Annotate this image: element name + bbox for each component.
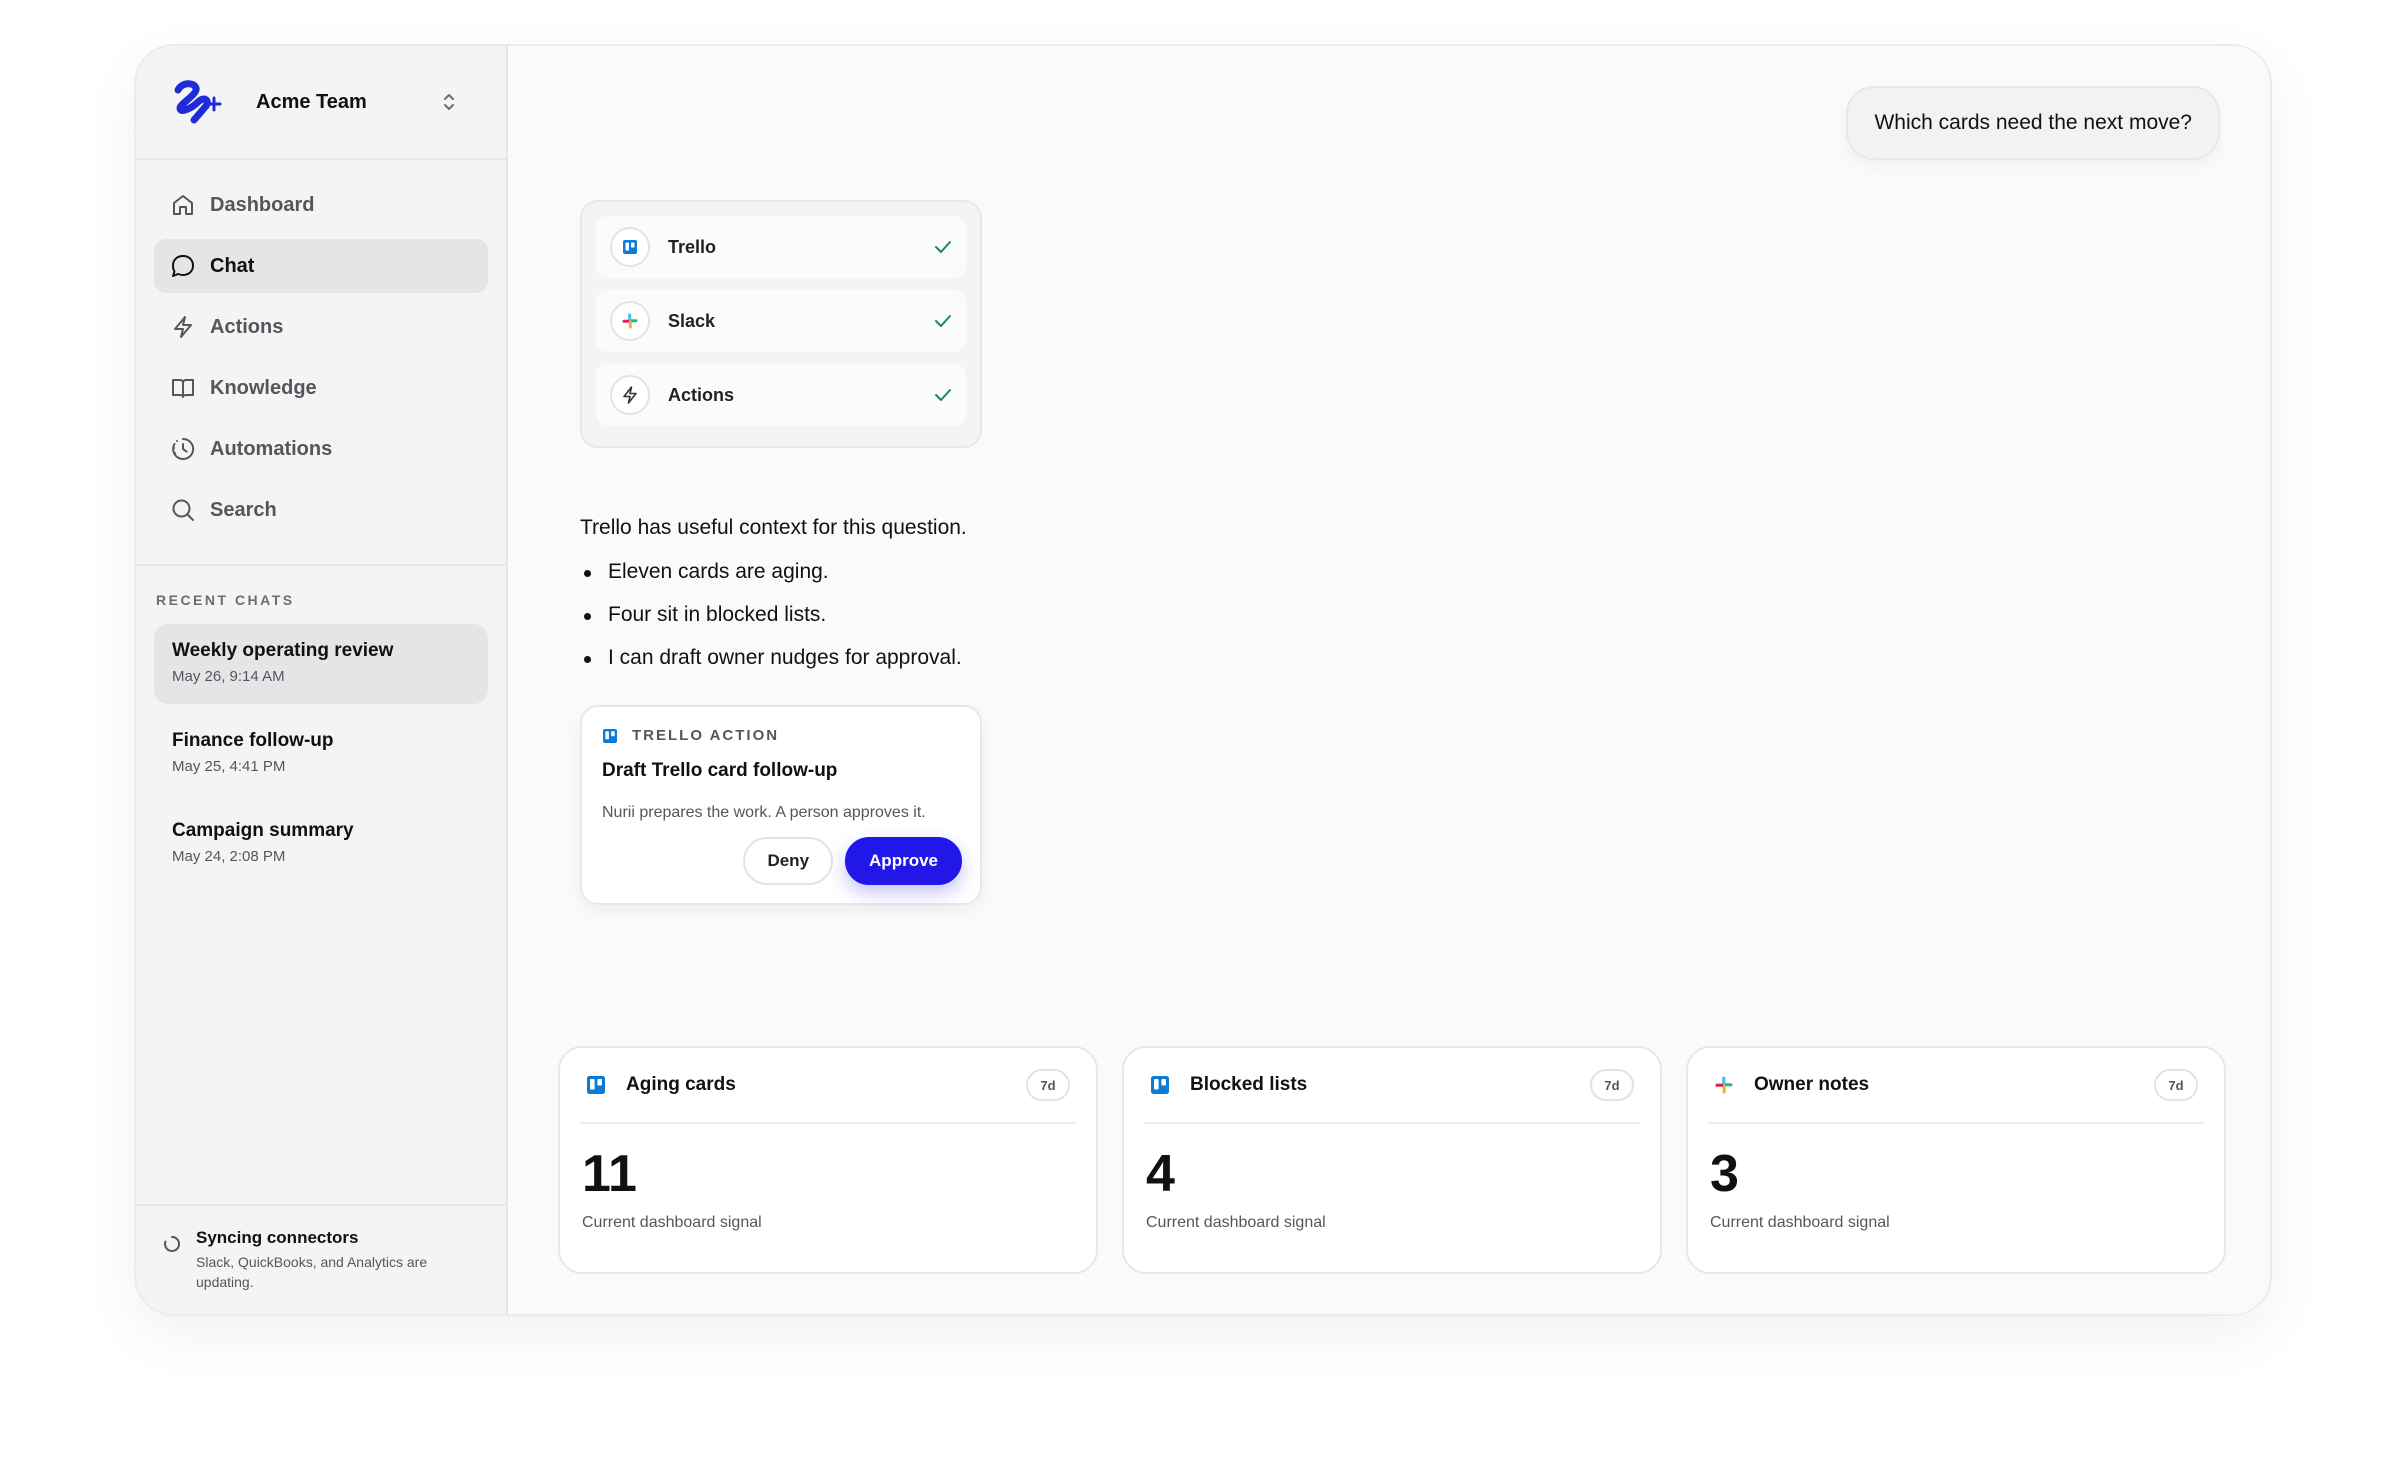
recent-chat-date: May 25, 4:41 PM [172,758,286,775]
nav-label: Dashboard [210,193,315,216]
team-switcher[interactable]: Acme Team [136,46,506,160]
trello-icon [1151,1076,1169,1094]
deny-button[interactable]: Deny [743,837,834,885]
stat-title: Owner notes [1754,1074,1870,1095]
answer-point: Eleven cards are aging. [580,560,1100,603]
recent-chat-date: May 26, 9:14 AM [172,668,285,685]
stat-caption: Current dashboard signal [582,1214,762,1231]
nav-label: Actions [210,315,284,338]
nav-item-knowledge[interactable]: Knowledge [154,361,488,415]
slack-icon [622,313,638,329]
clock-icon [172,437,195,460]
answer-list: Eleven cards are aging. Four sit in bloc… [580,560,1100,689]
tool-call-row[interactable]: Actions [596,364,966,426]
nav-label: Knowledge [210,376,317,399]
answer-lead: Trello has useful context for this quest… [580,516,967,539]
recent-chat-item[interactable]: Finance follow-up May 25, 4:41 PM [154,714,488,794]
bolt-icon [623,386,637,404]
chevron-updown-icon[interactable] [440,90,458,114]
home-icon [173,195,193,215]
answer-point: Four sit in blocked lists. [580,603,1100,646]
action-kicker: TRELLO ACTION [632,727,780,744]
stat-caption: Current dashboard signal [1146,1214,1326,1231]
recent-chat-title: Finance follow-up [172,730,334,751]
tool-icon-wrap [610,375,650,415]
period-badge: 7d [1026,1069,1070,1101]
team-name: Acme Team [256,90,367,113]
stat-card-aging-cards[interactable]: Aging cards 7d 11 Current dashboard sign… [558,1046,1098,1274]
stat-title: Aging cards [626,1074,736,1095]
search-icon [172,499,194,521]
chat-icon [172,255,194,277]
trello-icon [587,1076,605,1094]
assistant-answer: Trello has useful context for this quest… [580,516,1100,689]
nav-item-search[interactable]: Search [154,483,488,537]
tool-calls-panel: Trello Slack Actions [580,200,982,448]
tool-name: Actions [668,384,735,405]
check-icon [935,315,951,327]
recent-chat-title: Weekly operating review [172,640,394,661]
tool-icon-wrap [610,227,650,267]
slack-icon [1715,1076,1733,1094]
recent-chat-item[interactable]: Campaign summary May 24, 2:08 PM [154,804,488,884]
recent-chat-item[interactable]: Weekly operating review May 26, 9:14 AM [154,624,488,704]
tool-call-row[interactable]: Slack [596,290,966,352]
nav-label: Chat [210,254,255,277]
sync-status: Syncing connectors Slack, QuickBooks, an… [136,1204,506,1314]
trello-icon [603,728,617,743]
action-description: Nurii prepares the work. A person approv… [602,804,926,821]
period-badge: 7d [2154,1069,2198,1101]
nav-item-dashboard[interactable]: Dashboard [154,178,488,232]
stat-value: 3 [1710,1145,1739,1203]
bolt-icon [174,316,192,338]
tool-name: Slack [668,310,716,331]
tool-icon-wrap [610,301,650,341]
trello-action-card: TRELLO ACTION Draft Trello card follow-u… [580,705,982,905]
stat-value: 4 [1146,1145,1175,1203]
stat-card-blocked-lists[interactable]: Blocked lists 7d 4 Current dashboard sig… [1122,1046,1662,1274]
sidebar: Acme Team Dashboard Chat Actions Knowled… [136,46,508,1314]
recent-chat-title: Campaign summary [172,820,354,841]
nav-item-chat[interactable]: Chat [154,239,488,293]
user-message-bubble: Which cards need the next move? [1846,86,2220,160]
approve-button[interactable]: Approve [845,837,962,885]
recent-chat-date: May 24, 2:08 PM [172,848,286,865]
dashboard-signals: Aging cards 7d 11 Current dashboard sign… [558,1046,2226,1274]
spinner-icon [164,1235,181,1252]
check-icon [935,241,951,253]
stat-card-owner-notes[interactable]: Owner notes 7d 3 Current dashboard signa… [1686,1046,2226,1274]
nav-label: Search [210,498,277,521]
stat-title: Blocked lists [1190,1074,1308,1095]
nav-label: Automations [210,437,333,460]
stat-value: 11 [582,1145,637,1203]
stat-caption: Current dashboard signal [1710,1214,1890,1231]
action-title: Draft Trello card follow-up [602,760,838,781]
brand-logo-icon [174,80,222,124]
main-nav: Dashboard Chat Actions Knowledge Automat… [136,160,506,566]
nav-item-actions[interactable]: Actions [154,300,488,354]
recent-chats-heading: RECENT CHATS [156,592,295,608]
book-icon [172,379,194,398]
sync-title: Syncing connectors [196,1228,359,1247]
chat-main: Which cards need the next move? Trello S… [508,46,2270,1314]
check-icon [935,389,951,401]
tool-call-row[interactable]: Trello [596,216,966,278]
nav-item-automations[interactable]: Automations [154,422,488,476]
period-badge: 7d [1590,1069,1634,1101]
answer-point: I can draft owner nudges for approval. [580,646,1100,689]
recent-chats-list: Weekly operating review May 26, 9:14 AM … [136,624,506,884]
sync-description: Slack, QuickBooks, and Analytics are upd… [196,1254,428,1290]
app-window: Acme Team Dashboard Chat Actions Knowled… [134,44,2272,1316]
trello-icon [623,240,637,254]
tool-name: Trello [668,236,717,257]
